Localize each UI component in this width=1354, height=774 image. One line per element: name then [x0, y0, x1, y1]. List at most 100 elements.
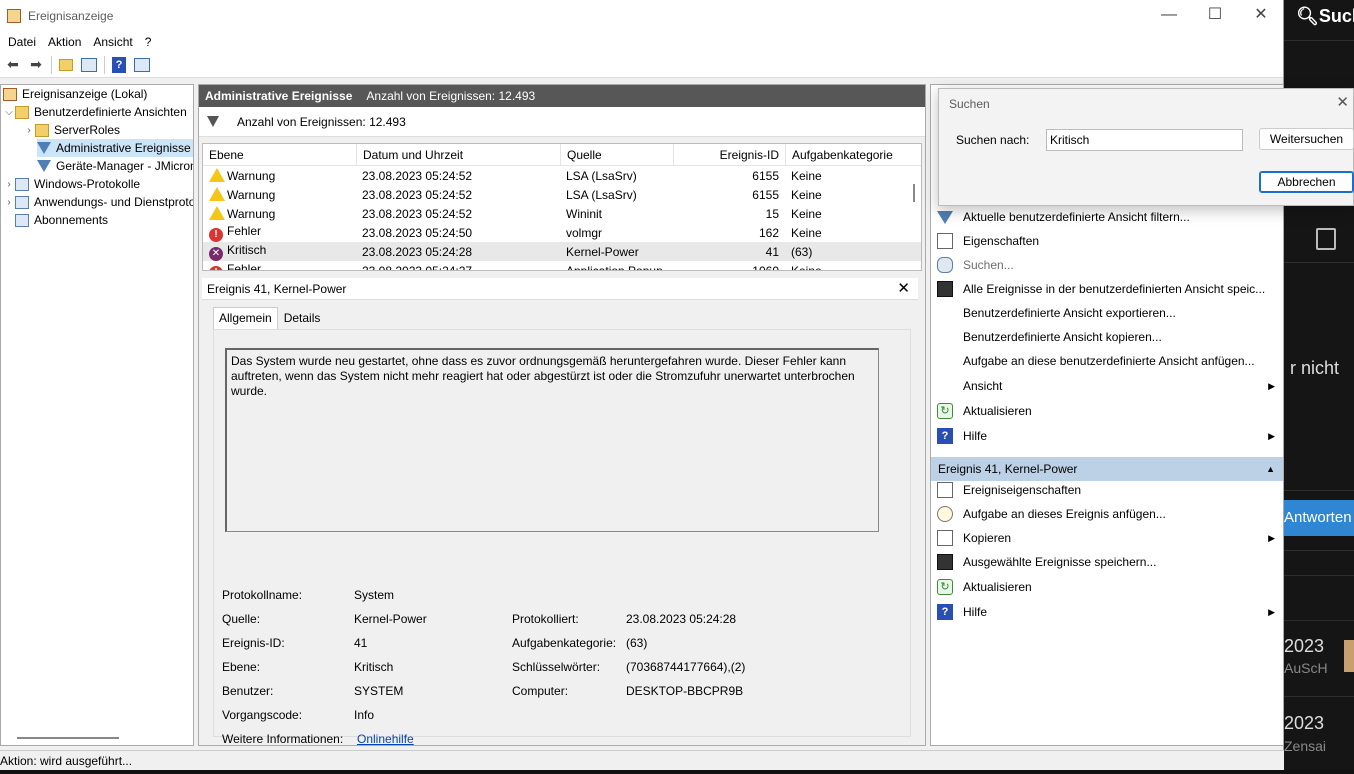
find-next-button[interactable]: Weitersuchen [1259, 128, 1354, 150]
tree-item-device-manager[interactable]: Geräte-Manager - JMicron [37, 157, 193, 175]
action-item[interactable]: ? Hilfe ▶ [931, 424, 1283, 448]
cell-date: 23.08.2023 05:24:52 [362, 187, 473, 202]
menu-help[interactable]: ? [139, 35, 158, 49]
tree-item-subscriptions[interactable]: Abonnements [15, 211, 108, 229]
online-help-link[interactable]: Onlinehilfe [357, 732, 414, 746]
cancel-button[interactable]: Abbrechen [1259, 171, 1354, 193]
find-input[interactable]: Kritisch [1046, 129, 1243, 151]
action-item[interactable]: Ansicht ▶ [931, 374, 1283, 398]
tree-item-root[interactable]: Ereignisanzeige (Lokal) [3, 85, 147, 103]
action-item[interactable]: Aufgabe an dieses Ereignis anfügen... [931, 502, 1283, 526]
action-item[interactable]: Ereigniseigenschaften [931, 478, 1283, 502]
log-folder-icon [15, 177, 29, 191]
error-icon: ! [209, 265, 223, 270]
column-header-date[interactable]: Datum und Uhrzeit [356, 144, 560, 166]
table-row[interactable]: !Fehler 23.08.2023 05:24:27 Application Po… [203, 261, 921, 271]
maximize-button[interactable]: ☐ [1192, 0, 1238, 32]
status-bar: Aktion: wird ausgeführt... [0, 750, 1284, 770]
column-header-category[interactable]: Aufgabenkategorie [785, 144, 903, 166]
menu-ansicht[interactable]: Ansicht [87, 35, 138, 49]
label-protokollname: Protokollname: [222, 588, 303, 602]
tree-item-windows-logs[interactable]: › Windows-Protokolle [3, 175, 140, 193]
close-button[interactable]: ✕ [1238, 0, 1284, 32]
cell-level: Warnung [203, 187, 356, 202]
tree-item-administrative-events[interactable]: Administrative Ereignisse [37, 139, 193, 157]
cell-event-id: 1060 [752, 263, 779, 271]
value-schluesselwoerter: (70368744177664),(2) [626, 660, 746, 674]
action-item[interactable]: Alle Ereignisse in der benutzerdefiniert… [931, 277, 1283, 301]
chevron-right-icon[interactable]: › [3, 179, 15, 190]
tree-item-serverroles[interactable]: › ServerRoles [23, 121, 120, 139]
action-item[interactable]: Ausgewählte Ereignisse speichern... [931, 550, 1283, 574]
menu-datei[interactable]: Datei [2, 35, 42, 49]
action-item[interactable]: ? Hilfe ▶ [931, 600, 1283, 624]
show-hide-action-pane-icon[interactable] [131, 54, 153, 76]
menu-bar: Datei Aktion Ansicht ? [0, 32, 1283, 52]
action-item[interactable]: Eigenschaften [931, 229, 1283, 253]
collapse-icon[interactable]: ▲ [1266, 464, 1275, 474]
close-icon[interactable]: ✕ [1336, 93, 1349, 111]
background-divider [1284, 550, 1354, 551]
document-search-icon[interactable] [1316, 228, 1336, 250]
action-item[interactable]: Kopieren ▶ [931, 526, 1283, 550]
column-header-source[interactable]: Quelle [560, 144, 673, 166]
value-aufgabenkategorie: (63) [626, 636, 648, 650]
menu-aktion[interactable]: Aktion [42, 35, 87, 49]
action-item[interactable]: ↻ Aktualisieren [931, 575, 1283, 599]
close-icon[interactable]: ✕ [897, 279, 910, 297]
folder-up-icon[interactable] [55, 54, 77, 76]
show-hide-tree-icon[interactable] [78, 54, 100, 76]
find-label: Suchen nach: [956, 133, 1030, 147]
table-row[interactable]: Warnung 23.08.2023 05:24:52 LSA (LsaSrv) 61… [203, 185, 921, 204]
action-item[interactable]: Aktuelle benutzerdefinierte Ansicht filt… [931, 205, 1283, 229]
action-item[interactable]: Suchen... [931, 253, 1283, 277]
background-username: AuScH [1284, 660, 1328, 676]
table-row[interactable]: ✕ Kritisch 23.08.2023 05:24:28 Kernel-Power… [203, 242, 921, 261]
action-label: Aufgabe an diese benutzerdefinierte Ansi… [963, 354, 1255, 368]
column-header-level[interactable]: Ebene [203, 144, 356, 166]
cell-source: Wininit [566, 206, 603, 221]
action-item[interactable]: Aufgabe an diese benutzerdefinierte Ansi… [931, 349, 1283, 373]
save-icon [937, 554, 953, 570]
tab-details[interactable]: Details [278, 307, 327, 329]
horizontal-scrollbar[interactable] [17, 737, 119, 739]
value-protokollname: System [354, 588, 395, 602]
minimize-button[interactable]: — [1146, 0, 1192, 32]
column-header-event-id[interactable]: Ereignis-ID [673, 144, 785, 166]
event-description[interactable]: Das System wurde neu gestartet, ohne das… [225, 348, 879, 532]
back-arrow-icon[interactable]: ⬅︎ [2, 54, 24, 76]
action-item[interactable]: Benutzerdefinierte Ansicht kopieren... [931, 325, 1283, 349]
cell-source: volmgr [566, 225, 603, 240]
help-icon[interactable]: ? [108, 54, 130, 76]
chevron-right-icon[interactable]: › [23, 125, 35, 136]
background-thumbnail [1344, 640, 1354, 672]
table-row[interactable]: ! Fehler 23.08.2023 05:24:50 volmgr 162 Keine [203, 223, 921, 242]
action-item[interactable]: Benutzerdefinierte Ansicht exportieren..… [931, 301, 1283, 325]
tree-item-app-service-logs[interactable]: › Anwendungs- und Dienstprotokolle [3, 193, 193, 211]
tab-allgemein[interactable]: Allgemein [213, 307, 278, 329]
forward-arrow-icon[interactable]: ➡︎ [25, 54, 47, 76]
action-item[interactable]: ↻ Aktualisieren [931, 399, 1283, 423]
toolbar-separator [104, 55, 105, 74]
table-row[interactable]: Warnung 23.08.2023 05:24:52 LSA (LsaSrv) 61… [203, 166, 921, 185]
chevron-down-icon[interactable]: ⌵ [3, 107, 15, 118]
title-bar[interactable]: Ereignisanzeige — ☐ ✕ [0, 0, 1283, 32]
properties-icon [937, 482, 953, 498]
cell-level: !Fehler [203, 224, 356, 242]
table-row[interactable]: Warnung 23.08.2023 05:24:52 Wininit 15 Keine [203, 204, 921, 223]
cell-category: Keine [791, 206, 822, 221]
section-title: Ereignis 41, Kernel-Power [938, 462, 1078, 476]
background-divider [1284, 262, 1354, 263]
action-label: Hilfe [963, 605, 988, 619]
tree-item-label: Abonnements [34, 213, 109, 227]
answer-button[interactable]: Antworten [1284, 500, 1354, 536]
value-protokolliert: 23.08.2023 05:24:28 [626, 612, 737, 626]
submenu-arrow-icon: ▶ [1268, 430, 1275, 441]
vertical-scrollbar[interactable] [913, 184, 915, 202]
value-computer: DESKTOP-BBCPR9B [626, 684, 744, 698]
tree-item-custom-views[interactable]: ⌵ Benutzerdefinierte Ansichten [3, 103, 187, 121]
cell-date: 23.08.2023 05:24:28 [362, 244, 473, 259]
chevron-right-icon[interactable]: › [3, 197, 15, 208]
copy-icon [937, 530, 953, 546]
background-search-label[interactable]: 🔍︎Such [1296, 6, 1354, 27]
